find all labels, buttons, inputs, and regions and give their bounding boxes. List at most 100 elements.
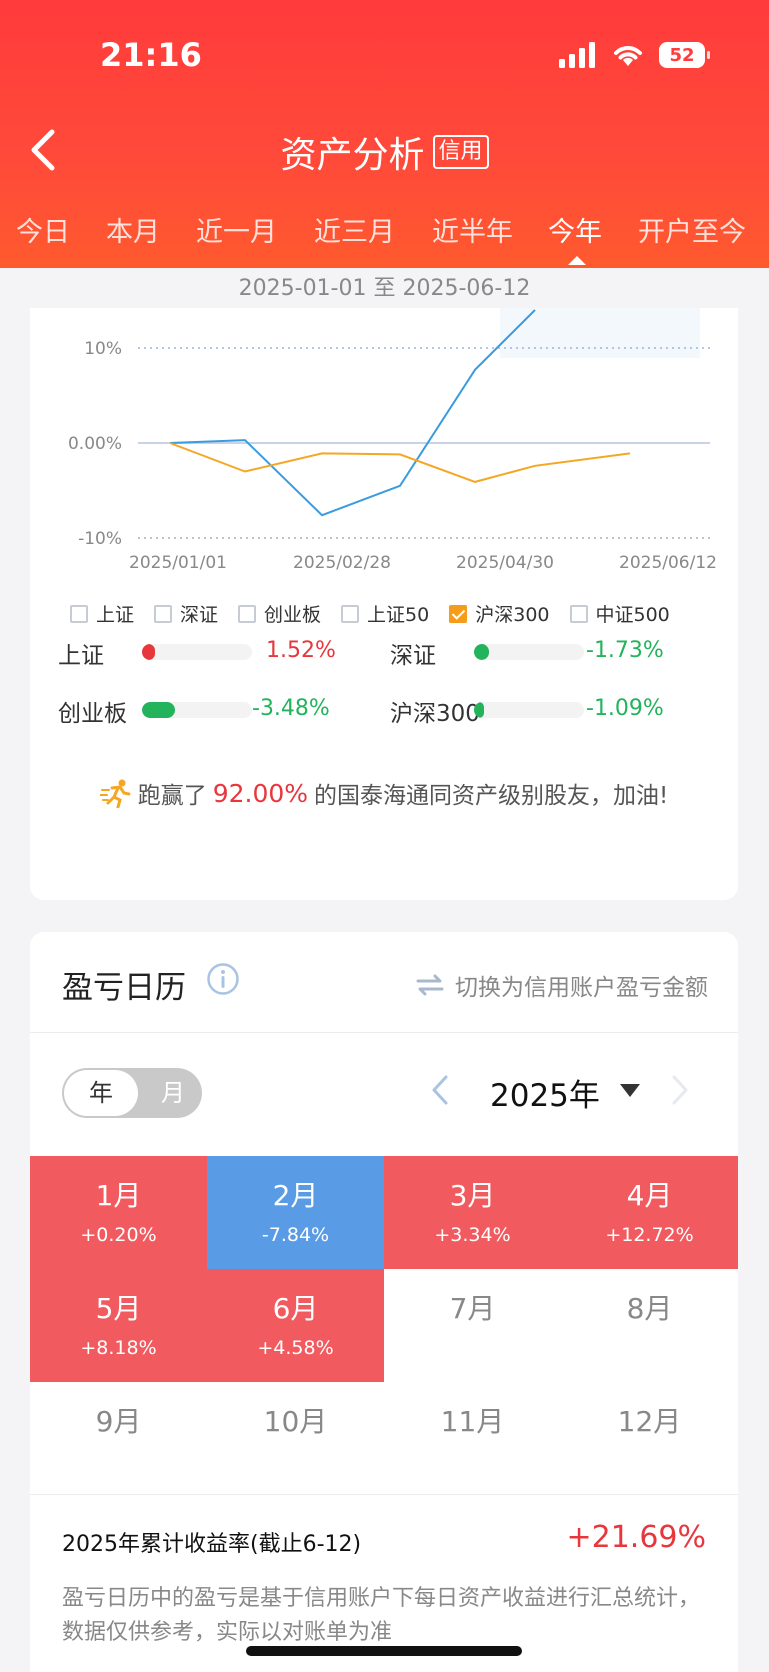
calendar-title: 盈亏日历 — [62, 970, 186, 1006]
month-return: +0.20% — [80, 1224, 157, 1246]
month-name: 3月 — [449, 1179, 496, 1212]
index-name-shenzheng: 深证 — [390, 643, 436, 669]
index-name-shangzheng: 上证 — [58, 643, 104, 669]
divider — [30, 1032, 738, 1033]
y-tick-bottom: -10% — [78, 529, 122, 549]
month-name: 7月 — [449, 1292, 496, 1325]
month-return: +8.18% — [80, 1337, 157, 1359]
beat-suffix: 的国泰海通同资产级别股友，加油! — [314, 783, 669, 809]
series-line-hs300 — [169, 442, 631, 483]
tab-last-month[interactable]: 近一月 — [196, 210, 277, 249]
index-bar-fill — [142, 702, 175, 718]
month-return: +3.34% — [434, 1224, 511, 1246]
year-month-toggle[interactable]: 年 月 — [62, 1068, 202, 1118]
chart-legend: 上证 深证 创业板 上证50 沪深300 中证500 — [70, 600, 730, 627]
index-bar-hs300 — [474, 702, 584, 718]
active-tab-indicator — [568, 256, 586, 265]
app-header: 21:16 52 资产分析 信用 今日 本月 近一月 近三月 近半年 今年 开户… — [0, 0, 769, 268]
checkbox-icon — [70, 604, 88, 623]
month-cell[interactable]: 3月 +3.34% — [384, 1156, 561, 1269]
month-cell[interactable]: 1月 +0.20% — [30, 1156, 207, 1269]
profit-calendar-card: 盈亏日历 切换为信用账户盈亏金额 年 月 2025年 1月 +0.20% 2月 -7.… — [30, 932, 738, 1672]
month-cell[interactable]: 8月 — [561, 1269, 738, 1382]
index-value-shangzheng: 1.52% — [266, 638, 336, 663]
tab-today[interactable]: 今日 — [16, 210, 70, 249]
month-cell[interactable]: 12月 — [561, 1382, 738, 1495]
chevron-left-icon[interactable] — [430, 1074, 450, 1106]
index-name-chuangyeban: 创业板 — [58, 701, 127, 727]
checkbox-icon — [569, 604, 588, 623]
caret-down-icon[interactable] — [620, 1084, 640, 1097]
year-selector: 2025年 — [430, 1062, 730, 1122]
legend-item-hs300[interactable]: 沪深300 — [449, 600, 550, 627]
x-tick-2: 2025/02/28 — [293, 553, 391, 573]
index-bar-shangzheng — [142, 644, 252, 660]
beat-ranking: 跑赢了 92.00% 的国泰海通同资产级别股友，加油! — [30, 776, 738, 810]
month-name: 12月 — [617, 1405, 682, 1438]
month-name: 11月 — [440, 1405, 505, 1438]
legend-label: 创业板 — [264, 604, 322, 626]
month-name: 6月 — [272, 1292, 319, 1325]
divider — [30, 1494, 738, 1495]
index-bar-shenzheng — [474, 644, 584, 660]
x-tick-3: 2025/04/30 — [456, 553, 554, 573]
x-tick-4: 2025/06/12 — [619, 553, 717, 573]
legend-item-sz50[interactable]: 上证50 — [341, 600, 429, 627]
toggle-year[interactable]: 年 — [64, 1070, 138, 1116]
month-cell[interactable]: 7月 — [384, 1269, 561, 1382]
month-cell[interactable]: 6月 +4.58% — [207, 1269, 384, 1382]
month-cell[interactable]: 5月 +8.18% — [30, 1269, 207, 1382]
legend-item-shenzheng[interactable]: 深证 — [154, 600, 218, 627]
index-row-2: 创业板 -3.48% 沪深300 -1.09% — [30, 690, 738, 730]
tab-this-month[interactable]: 本月 — [106, 210, 160, 249]
month-name: 8月 — [626, 1292, 673, 1325]
cumulative-label: 2025年累计收益率(截止6-12) — [62, 1532, 362, 1557]
legend-label: 沪深300 — [475, 604, 550, 626]
period-tabs: 今日 本月 近一月 近三月 近半年 今年 开户至今 — [0, 210, 769, 265]
cumulative-value: +21.69% — [566, 1520, 706, 1555]
month-name: 10月 — [263, 1405, 328, 1438]
switch-label: 切换为信用账户盈亏金额 — [455, 975, 708, 1001]
tab-this-year[interactable]: 今年 — [548, 210, 602, 249]
month-cell[interactable]: 9月 — [30, 1382, 207, 1495]
legend-label: 上证 — [96, 604, 135, 626]
tab-since-opening[interactable]: 开户至今 — [638, 210, 746, 249]
legend-label: 上证50 — [367, 604, 430, 626]
checkbox-icon — [238, 604, 257, 623]
index-row-1: 上证 1.52% 深证 -1.73% — [30, 632, 738, 672]
month-return: +12.72% — [605, 1224, 694, 1246]
tab-last-half-year[interactable]: 近半年 — [432, 210, 513, 249]
index-value-hs300: -1.09% — [586, 696, 664, 721]
year-label[interactable]: 2025年 — [490, 1070, 600, 1115]
toggle-month[interactable]: 月 — [148, 1068, 198, 1118]
wifi-icon — [614, 46, 642, 66]
legend-item-chuangyeban[interactable]: 创业板 — [238, 600, 321, 627]
month-cell[interactable]: 2月 -7.84% — [207, 1156, 384, 1269]
checkbox-icon — [154, 604, 173, 623]
switch-to-amount-link[interactable]: 切换为信用账户盈亏金额 — [415, 968, 708, 1002]
month-return: +4.58% — [257, 1337, 334, 1359]
month-cell[interactable]: 4月 +12.72% — [561, 1156, 738, 1269]
month-grid: 1月 +0.20% 2月 -7.84% 3月 +3.34% 4月 +12.72% 5月 +8.18… — [30, 1156, 738, 1495]
tab-last-3-months[interactable]: 近三月 — [314, 210, 395, 249]
index-name-hs300: 沪深300 — [390, 701, 480, 727]
index-bar-fill — [474, 644, 490, 660]
index-bar-chuangyeban — [142, 702, 252, 718]
index-bar-fill — [142, 644, 156, 660]
y-tick-top: 10% — [84, 339, 122, 359]
status-time: 21:16 — [100, 36, 202, 74]
month-cell[interactable]: 11月 — [384, 1382, 561, 1495]
home-indicator[interactable] — [246, 1646, 522, 1656]
info-icon[interactable] — [206, 962, 240, 996]
month-name: 9月 — [95, 1405, 142, 1438]
battery-icon: 52 — [659, 42, 710, 68]
legend-item-zz500[interactable]: 中证500 — [569, 600, 670, 627]
beat-percent: 92.00% — [212, 778, 309, 808]
index-bar-fill — [474, 702, 484, 718]
chevron-right-icon[interactable] — [670, 1074, 690, 1106]
month-cell[interactable]: 10月 — [207, 1382, 384, 1495]
legend-item-shangzheng[interactable]: 上证 — [70, 600, 134, 627]
x-tick-1: 2025/01/01 — [129, 553, 227, 573]
runner-icon — [99, 779, 131, 808]
return-chart: 10% 0.00% -10% 2025/01/01 2025/02/28 202… — [68, 308, 717, 573]
